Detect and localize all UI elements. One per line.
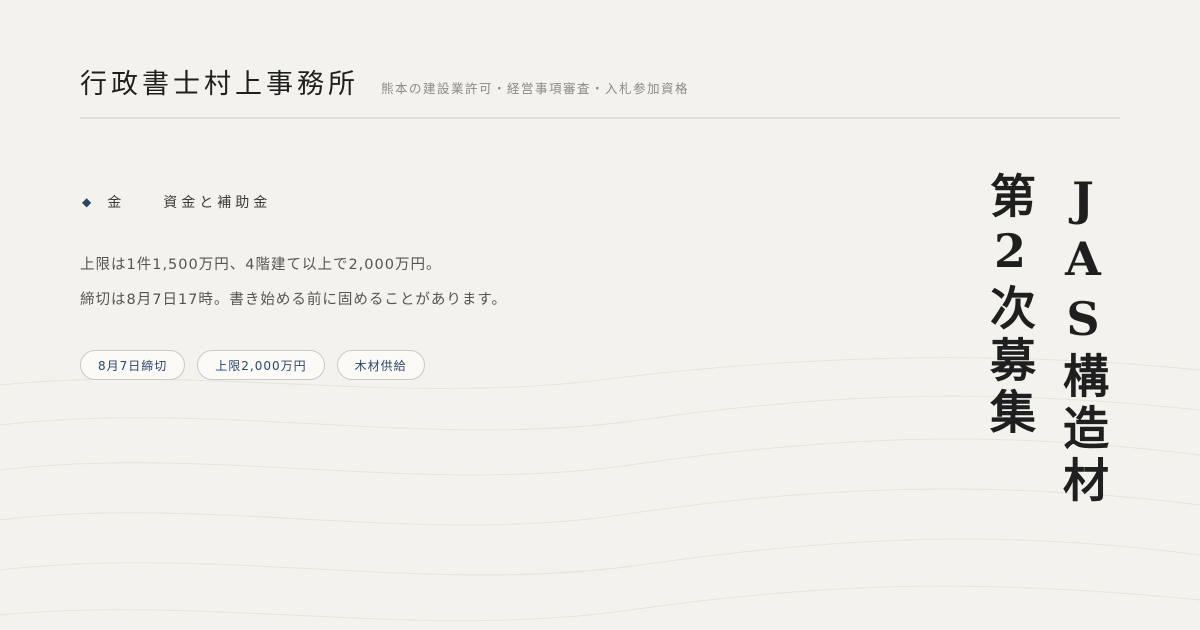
tag-list: 8月7日締切 上限2,000万円 木材供給 [80, 350, 425, 380]
category-main: 金 [107, 195, 126, 211]
tag-deadline: 8月7日締切 [80, 350, 186, 380]
category-label: ◆ 金 資金と補助金 [82, 192, 271, 212]
tag-wood-supply: 木材供給 [336, 350, 425, 380]
site-brand: 行政書士村上事務所 [80, 69, 359, 100]
tag-limit: 上限2,000万円 [197, 350, 325, 380]
summary-line-deadline: 締切は8月7日17時。書き始める前に固めることがあります。 [80, 292, 507, 308]
header-divider [80, 117, 1120, 119]
site-tagline: 熊本の建設業許可・経営事項審査・入札参加資格 [381, 81, 690, 96]
category-sub: 資金と補助金 [163, 195, 272, 211]
title-column-jas: JAS構造材 [1056, 172, 1110, 508]
summary-text: 上限は1件1,500万円、4階建て以上で2,000万円。 締切は8月7日17時。… [80, 248, 507, 318]
diamond-icon: ◆ [82, 195, 92, 209]
site-header: 行政書士村上事務所 熊本の建設業許可・経営事項審査・入札参加資格 [80, 62, 689, 101]
title-column-round: 第2次募集 [983, 172, 1037, 440]
summary-line-limit: 上限は1件1,500万円、4階建て以上で2,000万円。 [80, 257, 442, 273]
